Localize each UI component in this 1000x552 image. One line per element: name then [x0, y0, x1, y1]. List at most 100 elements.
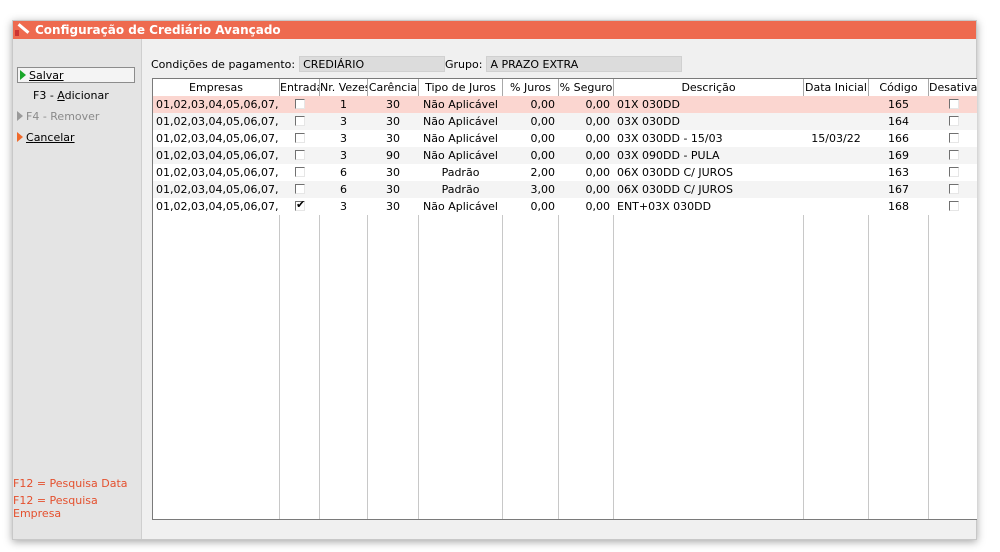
cell-empresas: 01,02,03,04,05,06,07,08,09 — [156, 132, 279, 145]
header-col-desativar[interactable]: Desativar — [929, 79, 977, 96]
cell-data-inicial: 15/03/22 — [811, 132, 861, 145]
cell-juros: 0,00 — [530, 149, 556, 162]
cell-empresas: 01,02,03,04,05,06,07,08,09 — [156, 149, 279, 162]
header-col-tipo-juros[interactable]: Tipo de Juros — [419, 79, 503, 96]
desativar-checkbox[interactable] — [949, 116, 959, 126]
table-row[interactable]: 01,02,03,04,05,06,07,08,09 3 30 Não Aplicáv… — [153, 113, 977, 130]
play-icon — [17, 111, 23, 121]
cell-descricao: 03X 090DD - PULA — [617, 149, 720, 162]
play-icon — [17, 132, 23, 142]
header-col-codigo[interactable]: Código — [869, 79, 929, 96]
window-title: Configuração de Crediário Avançado — [35, 23, 281, 37]
header-col-data-inicial[interactable]: Data Inicial — [804, 79, 869, 96]
desativar-checkbox[interactable] — [949, 184, 959, 194]
table-row[interactable]: 01,02,03,04,05,06,07,08,09 3 30 Não Aplicáv… — [153, 130, 977, 147]
cell-juros: 0,00 — [530, 200, 556, 213]
header-col-vezes[interactable]: Nr. Vezes — [320, 79, 368, 96]
cell-vezes: 3 — [340, 115, 347, 128]
header-col-empresas[interactable]: Empresas — [153, 79, 280, 96]
table-row[interactable]: 01,02,03,04,05,06,07,08,09 6 30 Padrão 3,00 0… — [153, 181, 977, 198]
entrada-checkbox[interactable] — [295, 133, 305, 143]
entrada-checkbox[interactable] — [295, 184, 305, 194]
header-col-juros[interactable]: % Juros — [503, 79, 559, 96]
app-logo-icon — [13, 21, 33, 39]
header-col-carencia[interactable]: Carência — [368, 79, 419, 96]
payment-config-table[interactable]: Empresas Entrada Nr. Vezes Carência Tipo de … — [152, 78, 977, 520]
cancel-button[interactable]: Cancelar — [17, 129, 75, 145]
cell-codigo: 165 — [888, 98, 909, 111]
payment-condition-label: Condições de pagamento: — [151, 57, 296, 71]
cell-empresas: 01,02,03,04,05,06,07,08,09 — [156, 98, 279, 111]
remove-label: F4 - Remover — [26, 109, 100, 123]
group-field[interactable]: A PRAZO EXTRA — [486, 56, 683, 72]
table-row[interactable]: 01,02,03,04,05,06,07,08,09 3 30 Não Aplicáv… — [153, 198, 977, 215]
cell-data-inicial — [804, 164, 868, 181]
cell-vezes: 3 — [340, 149, 347, 162]
entrada-checkbox[interactable] — [295, 198, 305, 211]
entrada-checkbox[interactable] — [295, 99, 305, 109]
table-row[interactable]: 01,02,03,04,05,06,07,08,09 3 90 Não Aplicáv… — [153, 147, 977, 164]
cell-descricao: 03X 030DD - 15/03 — [617, 132, 723, 145]
table-row[interactable]: 01,02,03,04,05,06,07,08,09 6 30 Padrão 2,00 0… — [153, 164, 977, 181]
hint-search-date: F12 = Pesquisa Data — [13, 477, 128, 490]
cell-seguro: 0,00 — [585, 149, 611, 162]
cell-tipo-juros: Não Aplicável — [423, 149, 498, 162]
cell-juros: 3,00 — [530, 183, 556, 196]
cell-juros: 0,00 — [530, 98, 556, 111]
play-icon — [20, 70, 26, 80]
cell-vezes: 1 — [340, 98, 347, 111]
header-col-seguro[interactable]: % Seguro — [559, 79, 614, 96]
entrada-checkbox[interactable] — [295, 116, 305, 126]
cell-carencia: 30 — [386, 115, 400, 128]
cell-seguro: 0,00 — [585, 200, 611, 213]
table-header: Empresas Entrada Nr. Vezes Carência Tipo de … — [153, 79, 977, 97]
cell-seguro: 0,00 — [585, 98, 611, 111]
cell-empresas: 01,02,03,04,05,06,07,08,09 — [156, 115, 279, 128]
table-row[interactable]: 01,02,03,04,05,06,07,08,09 1 30 Não Aplicáv… — [153, 96, 977, 113]
cell-vezes: 6 — [340, 166, 347, 179]
desativar-checkbox[interactable] — [949, 150, 959, 160]
app-window: Configuração de Crediário Avançado Salva… — [12, 20, 977, 540]
cell-carencia: 30 — [386, 132, 400, 145]
cell-codigo: 169 — [888, 149, 909, 162]
cell-tipo-juros: Padrão — [441, 183, 480, 196]
cell-codigo: 167 — [888, 183, 909, 196]
cell-tipo-juros: Não Aplicável — [423, 115, 498, 128]
cell-empresas: 01,02,03,04,05,06,07,08,09 — [156, 183, 279, 196]
cell-descricao: 06X 030DD C/ JUROS — [617, 166, 733, 179]
desativar-checkbox[interactable] — [949, 99, 959, 109]
group-label: Grupo: — [445, 57, 483, 71]
cell-seguro: 0,00 — [585, 166, 611, 179]
cancel-label: Cancelar — [26, 130, 75, 144]
cell-descricao: 06X 030DD C/ JUROS — [617, 183, 733, 196]
cell-carencia: 30 — [386, 98, 400, 111]
cell-descricao: 01X 030DD — [617, 98, 680, 111]
header-col-entrada[interactable]: Entrada — [280, 79, 320, 96]
cell-tipo-juros: Não Aplicável — [423, 200, 498, 213]
cell-juros: 0,00 — [530, 115, 556, 128]
cell-data-inicial — [804, 96, 868, 113]
payment-condition-row: Condições de pagamento: CREDIÁRIO — [151, 55, 446, 73]
desativar-checkbox[interactable] — [949, 133, 959, 143]
save-button[interactable]: Salvar — [17, 67, 135, 83]
add-button[interactable]: F3 - Adicionar — [33, 87, 109, 103]
cell-carencia: 90 — [386, 149, 400, 162]
entrada-checkbox[interactable] — [295, 150, 305, 160]
cell-seguro: 0,00 — [585, 115, 611, 128]
desativar-checkbox[interactable] — [949, 167, 959, 177]
remove-button[interactable]: F4 - Remover — [17, 108, 99, 124]
header-col-descricao[interactable]: Descrição — [614, 79, 804, 96]
desativar-checkbox[interactable] — [949, 201, 959, 211]
cell-juros: 2,00 — [530, 166, 556, 179]
payment-condition-field[interactable]: CREDIÁRIO — [299, 56, 446, 72]
cell-tipo-juros: Não Aplicável — [423, 132, 498, 145]
cell-codigo: 168 — [888, 200, 909, 213]
action-sidebar: Salvar F3 - Adicionar F4 - Remover Cance… — [13, 39, 142, 539]
cell-seguro: 0,00 — [585, 132, 611, 145]
entrada-checkbox[interactable] — [295, 167, 305, 177]
cell-carencia: 30 — [386, 183, 400, 196]
cell-vezes: 3 — [340, 200, 347, 213]
cell-vezes: 6 — [340, 183, 347, 196]
add-label: F3 - Adicionar — [33, 88, 109, 102]
cell-carencia: 30 — [386, 166, 400, 179]
